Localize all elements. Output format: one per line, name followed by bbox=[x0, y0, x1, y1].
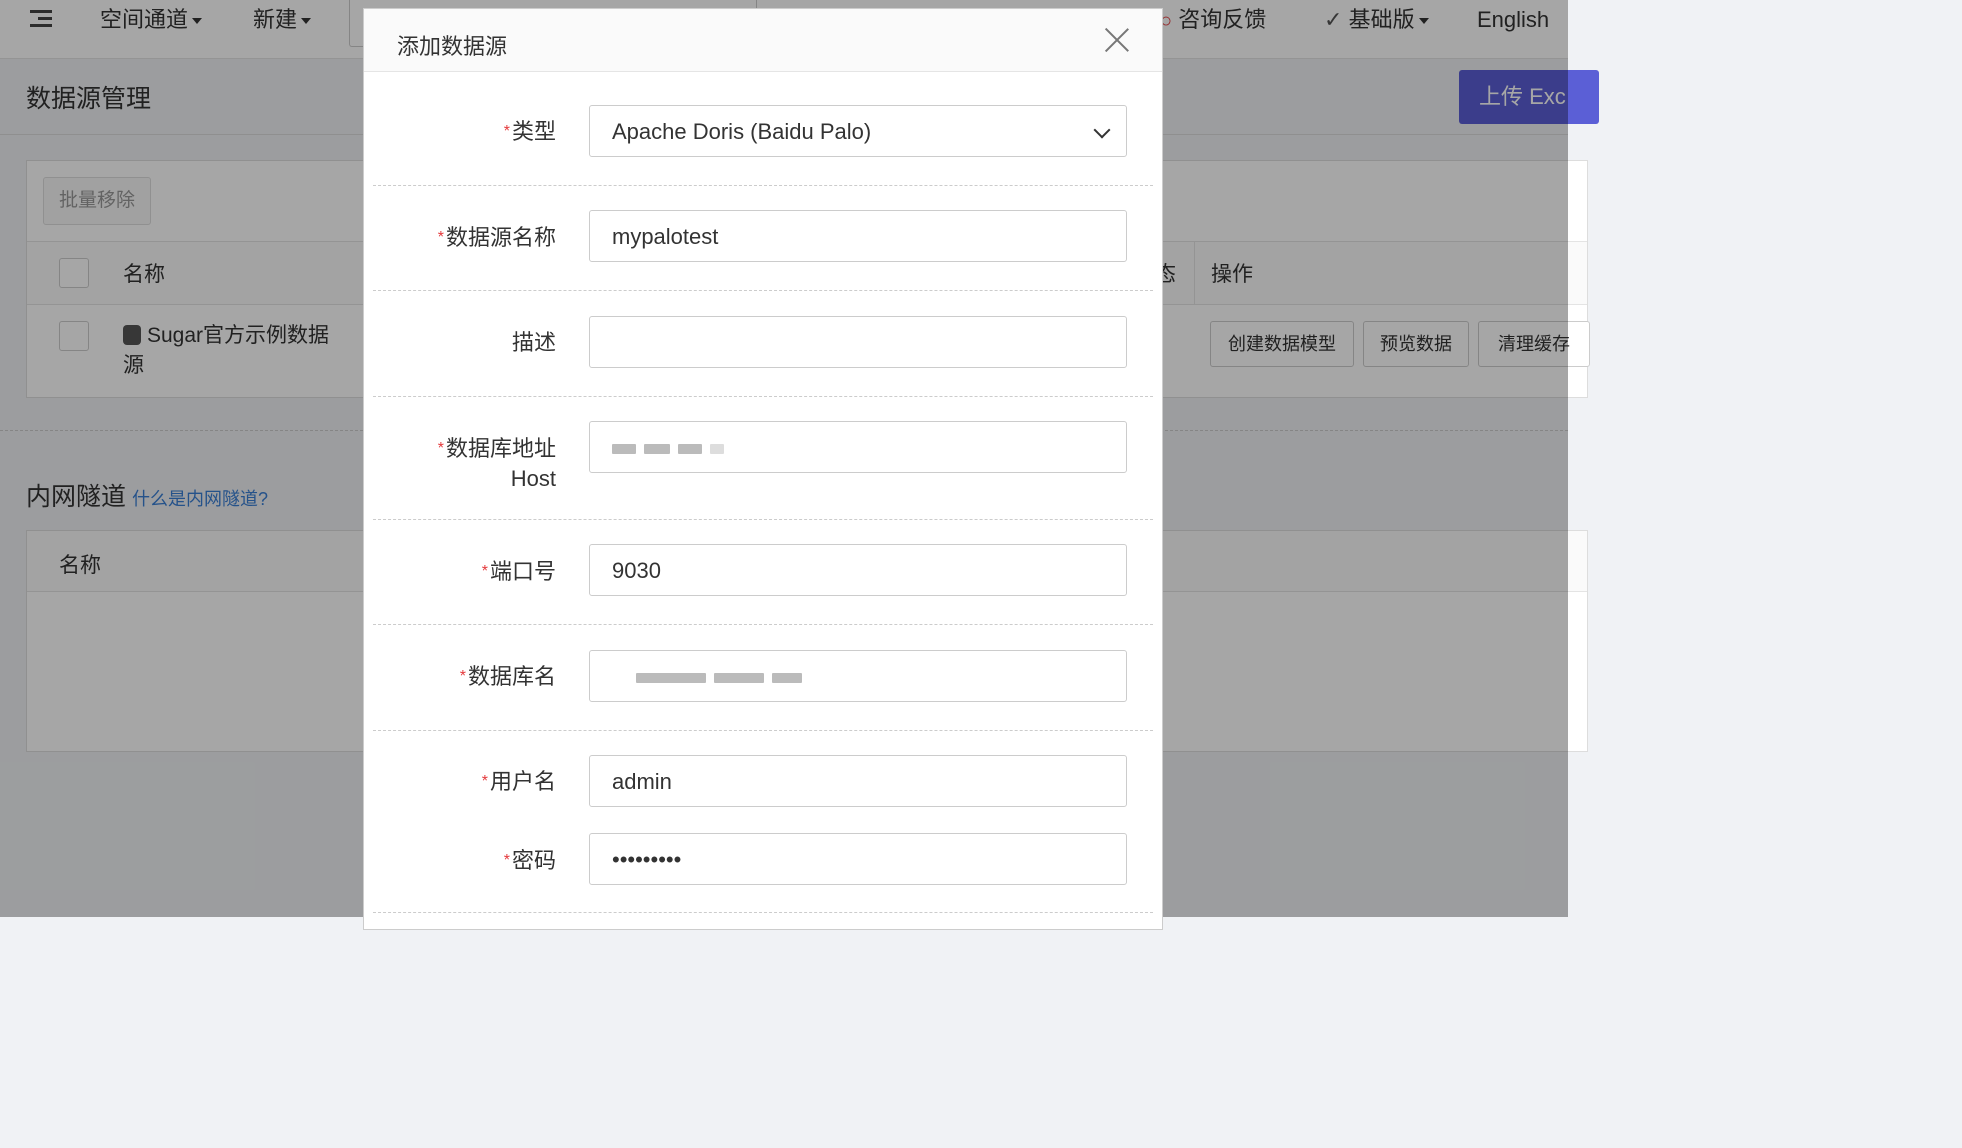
host-label-line1: 数据库地址 bbox=[445, 436, 556, 461]
type-select[interactable]: Apache Doris (Baidu Palo) bbox=[589, 105, 1127, 157]
name-label: *数据源名称 bbox=[438, 223, 556, 253]
required-mark: * bbox=[437, 229, 444, 246]
required-mark: * bbox=[437, 440, 444, 457]
datasource-name-input[interactable]: mypalotest bbox=[589, 210, 1127, 262]
chevron-down-icon bbox=[1093, 121, 1111, 139]
redacted-text bbox=[612, 435, 732, 460]
field-divider bbox=[373, 185, 1153, 186]
required-mark: * bbox=[503, 123, 510, 140]
type-label-text: 类型 bbox=[511, 119, 556, 144]
required-mark: * bbox=[459, 668, 466, 685]
username-input[interactable]: admin bbox=[589, 755, 1127, 807]
required-mark: * bbox=[481, 773, 488, 790]
name-label-text: 数据源名称 bbox=[445, 225, 556, 250]
field-divider bbox=[373, 290, 1153, 291]
description-label: 描述 bbox=[511, 330, 556, 355]
field-divider bbox=[373, 396, 1153, 397]
host-label: *数据库地址 Host bbox=[438, 434, 556, 494]
field-divider bbox=[373, 912, 1153, 913]
required-mark: * bbox=[503, 852, 510, 869]
port-label-text: 端口号 bbox=[489, 559, 556, 584]
password-label-text: 密码 bbox=[511, 848, 556, 873]
port-label: *端口号 bbox=[482, 557, 556, 587]
field-divider bbox=[373, 519, 1153, 520]
modal-header: 添加数据源 bbox=[364, 9, 1162, 72]
description-input[interactable] bbox=[589, 316, 1127, 368]
password-input[interactable]: ••••••••• bbox=[589, 833, 1127, 885]
type-label: *类型 bbox=[504, 117, 556, 147]
host-input[interactable] bbox=[589, 421, 1127, 473]
port-input[interactable]: 9030 bbox=[589, 544, 1127, 596]
type-select-value: Apache Doris (Baidu Palo) bbox=[612, 119, 872, 144]
database-label-text: 数据库名 bbox=[467, 664, 556, 689]
field-divider bbox=[373, 624, 1153, 625]
required-mark: * bbox=[481, 563, 488, 580]
username-label: *用户名 bbox=[482, 767, 556, 797]
username-label-text: 用户名 bbox=[489, 769, 556, 794]
add-datasource-dialog: 添加数据源 *类型 Apache Doris (Baidu Palo) *数据源… bbox=[363, 8, 1163, 930]
modal-title: 添加数据源 bbox=[397, 34, 508, 59]
host-label-line2: Host bbox=[510, 466, 556, 491]
field-divider bbox=[373, 730, 1153, 731]
database-name-input[interactable] bbox=[589, 650, 1127, 702]
password-label: *密码 bbox=[504, 846, 556, 876]
redacted-text bbox=[636, 664, 810, 689]
close-icon[interactable] bbox=[1104, 27, 1130, 53]
database-label: *数据库名 bbox=[460, 662, 556, 692]
